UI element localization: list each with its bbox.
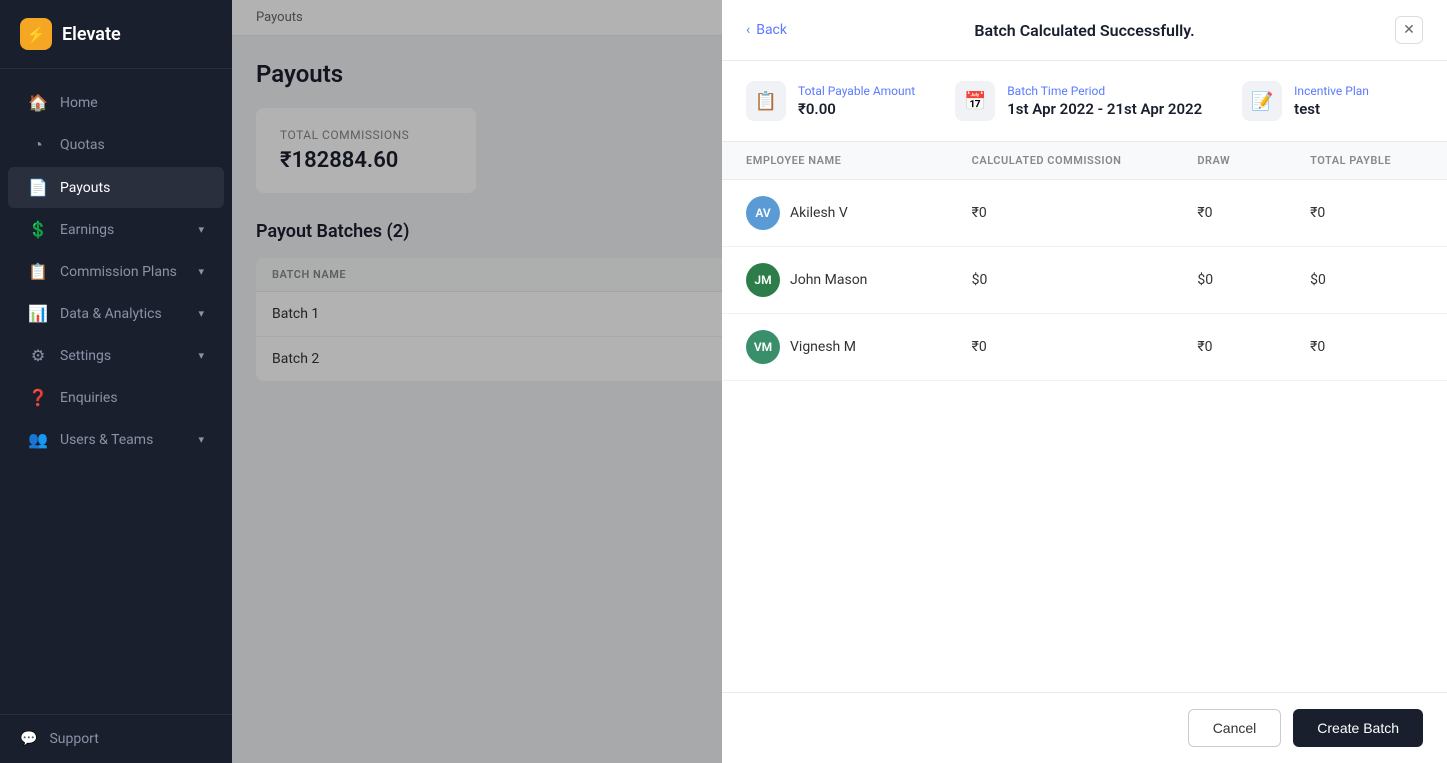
cancel-button[interactable]: Cancel <box>1188 709 1282 747</box>
total-payble: ₹0 <box>1310 339 1423 355</box>
sidebar-item-enquiries[interactable]: ❓ Enquiries <box>8 377 224 418</box>
logo-icon: ⚡ <box>20 18 52 50</box>
time-period-info: Batch Time Period 1st Apr 2022 - 21st Ap… <box>1007 84 1202 118</box>
incentive-plan-value: test <box>1294 100 1369 118</box>
calculated-commission: ₹0 <box>972 339 1198 355</box>
back-button[interactable]: ‹ Back <box>746 22 787 38</box>
draw-amount: $0 <box>1197 272 1310 288</box>
analytics-icon: 📊 <box>28 304 48 323</box>
sidebar-item-home[interactable]: 🏠 Home <box>8 82 224 123</box>
col-total-payble: TOTAL PAYBLE <box>1310 154 1423 167</box>
time-period-label: Batch Time Period <box>1007 84 1202 98</box>
users-teams-icon: 👥 <box>28 430 48 449</box>
avatar: VM <box>746 330 780 364</box>
employee-name: Vignesh M <box>790 339 856 355</box>
sidebar-item-label: Home <box>60 95 98 111</box>
employee-cell: JM John Mason <box>746 263 972 297</box>
draw-amount: ₹0 <box>1197 339 1310 355</box>
batch-time-period-item: 📅 Batch Time Period 1st Apr 2022 - 21st … <box>955 81 1202 121</box>
payable-amount-icon: 📋 <box>746 81 786 121</box>
support-item[interactable]: 💬 Support <box>20 731 212 747</box>
back-arrow-icon: ‹ <box>746 22 750 38</box>
incentive-plan-label: Incentive Plan <box>1294 84 1369 98</box>
modal-title: Batch Calculated Successfully. <box>974 21 1194 40</box>
calculated-commission: $0 <box>972 272 1198 288</box>
support-icon: 💬 <box>20 731 37 747</box>
back-label: Back <box>756 22 787 38</box>
total-payble: ₹0 <box>1310 205 1423 221</box>
payouts-icon: 📄 <box>28 178 48 197</box>
incentive-plan-item: 📝 Incentive Plan test <box>1242 81 1369 121</box>
employee-name: Akilesh V <box>790 205 848 221</box>
sidebar-item-earnings[interactable]: 💲 Earnings ▾ <box>8 209 224 250</box>
sidebar: ⚡ Elevate 🏠 Home ◔ Quotas 📄 Payouts 💲 Ea… <box>0 0 232 763</box>
earnings-icon: 💲 <box>28 220 48 239</box>
employee-cell: AV Akilesh V <box>746 196 972 230</box>
incentive-plan-info: Incentive Plan test <box>1294 84 1369 118</box>
settings-icon: ⚙ <box>28 346 48 365</box>
sidebar-item-label: Data & Analytics <box>60 306 162 322</box>
enquiries-icon: ❓ <box>28 388 48 407</box>
modal-summary-bar: 📋 Total Payable Amount ₹0.00 📅 Batch Tim… <box>722 61 1447 142</box>
modal-table: EMPLOYEE NAME CALCULATED COMMISSION DRAW… <box>722 142 1447 692</box>
avatar: AV <box>746 196 780 230</box>
sidebar-item-settings[interactable]: ⚙ Settings ▾ <box>8 335 224 376</box>
chevron-down-icon: ▾ <box>198 349 204 362</box>
sidebar-item-label: Settings <box>60 348 111 364</box>
close-icon: ✕ <box>1403 22 1415 38</box>
employee-name: John Mason <box>790 272 867 288</box>
home-icon: 🏠 <box>28 93 48 112</box>
commission-plans-icon: 📋 <box>28 262 48 281</box>
col-draw: DRAW <box>1197 154 1310 167</box>
sidebar-item-label: Users & Teams <box>60 432 153 448</box>
sidebar-footer: 💬 Support <box>0 714 232 763</box>
calculated-commission: ₹0 <box>972 205 1198 221</box>
sidebar-item-payouts[interactable]: 📄 Payouts <box>8 167 224 208</box>
time-period-value: 1st Apr 2022 - 21st Apr 2022 <box>1007 100 1202 118</box>
table-row: JM John Mason $0 $0 $0 <box>722 247 1447 314</box>
close-button[interactable]: ✕ <box>1395 16 1423 44</box>
modal-footer: Cancel Create Batch <box>722 692 1447 763</box>
avatar: JM <box>746 263 780 297</box>
incentive-plan-icon: 📝 <box>1242 81 1282 121</box>
create-batch-button[interactable]: Create Batch <box>1293 709 1423 747</box>
col-calculated-commission: CALCULATED COMMISSION <box>972 154 1198 167</box>
sidebar-nav: 🏠 Home ◔ Quotas 📄 Payouts 💲 Earnings ▾ 📋… <box>0 69 232 714</box>
main-content: Payouts Payouts Total Commissions ₹18288… <box>232 0 1447 763</box>
employee-cell: VM Vignesh M <box>746 330 972 364</box>
payable-amount-label: Total Payable Amount <box>798 84 915 98</box>
table-row: VM Vignesh M ₹0 ₹0 ₹0 <box>722 314 1447 381</box>
quotas-icon: ◔ <box>28 135 48 155</box>
chevron-down-icon: ▾ <box>198 307 204 320</box>
modal-table-header: EMPLOYEE NAME CALCULATED COMMISSION DRAW… <box>722 142 1447 180</box>
total-payble: $0 <box>1310 272 1423 288</box>
col-employee-name: EMPLOYEE NAME <box>746 154 972 167</box>
time-period-icon: 📅 <box>955 81 995 121</box>
modal-header: ‹ Back Batch Calculated Successfully. ✕ <box>722 0 1447 61</box>
payable-amount-info: Total Payable Amount ₹0.00 <box>798 84 915 118</box>
sidebar-item-commission-plans[interactable]: 📋 Commission Plans ▾ <box>8 251 224 292</box>
chevron-down-icon: ▾ <box>198 265 204 278</box>
draw-amount: ₹0 <box>1197 205 1310 221</box>
modal-panel: ‹ Back Batch Calculated Successfully. ✕ … <box>722 0 1447 763</box>
sidebar-item-label: Commission Plans <box>60 264 177 280</box>
app-logo: ⚡ Elevate <box>0 0 232 69</box>
sidebar-item-data-analytics[interactable]: 📊 Data & Analytics ▾ <box>8 293 224 334</box>
sidebar-item-quotas[interactable]: ◔ Quotas <box>8 124 224 166</box>
sidebar-item-label: Payouts <box>60 180 110 196</box>
sidebar-item-label: Quotas <box>60 137 105 153</box>
chevron-down-icon: ▾ <box>198 223 204 236</box>
app-name: Elevate <box>62 24 121 45</box>
table-row: AV Akilesh V ₹0 ₹0 ₹0 <box>722 180 1447 247</box>
sidebar-item-users-teams[interactable]: 👥 Users & Teams ▾ <box>8 419 224 460</box>
support-label: Support <box>49 731 98 747</box>
payable-amount-value: ₹0.00 <box>798 100 915 118</box>
total-payable-amount-item: 📋 Total Payable Amount ₹0.00 <box>746 81 915 121</box>
sidebar-item-label: Enquiries <box>60 390 118 406</box>
chevron-down-icon: ▾ <box>198 433 204 446</box>
sidebar-item-label: Earnings <box>60 222 114 238</box>
